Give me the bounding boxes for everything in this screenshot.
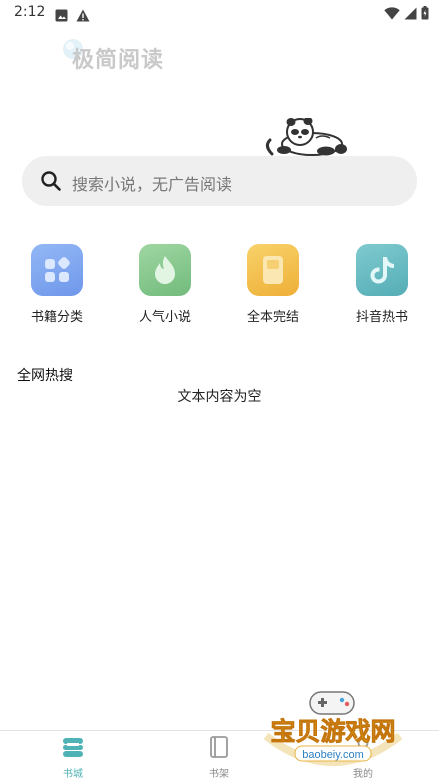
nav-bookstore-tab[interactable]: 书城 <box>28 735 118 780</box>
nav-label: 书架 <box>209 769 229 780</box>
watermark-url: baobeiy.com <box>302 749 364 761</box>
battery-icon <box>421 5 429 24</box>
empty-state-text: 文本内容为空 <box>177 389 262 405</box>
photo-notification-icon <box>55 7 68 26</box>
search-bar[interactable]: 搜索小说，无广告阅读 <box>22 156 417 206</box>
panda-illustration-icon <box>262 117 348 160</box>
category-label: 全本完结 <box>246 310 299 325</box>
category-book-classification[interactable]: 书籍分类 <box>12 244 102 325</box>
category-douyin-hot-books[interactable]: 抖音热书 <box>337 244 427 325</box>
bookshelf-icon <box>207 736 231 763</box>
tiktok-icon <box>356 244 408 296</box>
nav-label: 书城 <box>63 769 83 780</box>
category-popular-novels[interactable]: 人气小说 <box>120 244 210 325</box>
hot-search-title: 全网热搜 <box>17 368 73 384</box>
status-time: 2:12 <box>14 4 46 20</box>
grid-icon <box>31 244 83 296</box>
search-icon <box>40 170 62 196</box>
watermark-logo: 宝贝游戏网 baobeiy.com <box>258 688 408 782</box>
warning-icon <box>76 7 90 26</box>
wifi-icon <box>384 5 400 24</box>
search-placeholder: 搜索小说，无广告阅读 <box>72 175 233 194</box>
gamepad-icon <box>309 691 355 715</box>
app-logo-text: 极简阅读 <box>72 47 165 73</box>
watermark-text: 宝贝游戏网 <box>270 717 395 746</box>
bookstore-icon <box>61 738 85 763</box>
category-label: 抖音热书 <box>355 310 408 325</box>
category-completed-books[interactable]: 全本完结 <box>228 244 318 325</box>
status-bar: 2:12 <box>0 0 439 28</box>
category-label: 书籍分类 <box>30 310 83 325</box>
category-label: 人气小说 <box>138 310 191 325</box>
nav-bookshelf-tab[interactable]: 书架 <box>174 735 264 780</box>
book-icon <box>247 244 299 296</box>
flame-icon <box>139 244 191 296</box>
signal-icon <box>404 5 417 24</box>
